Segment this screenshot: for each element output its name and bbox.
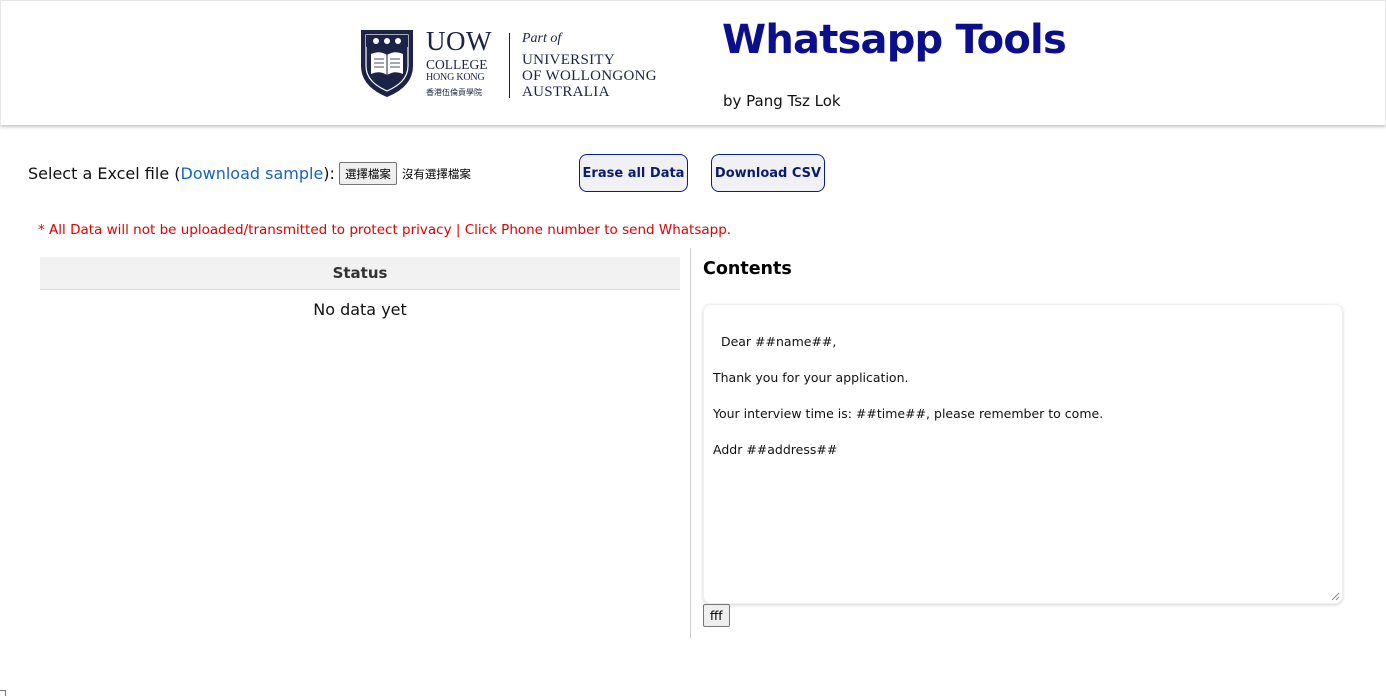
privacy-notice: * All Data will not be uploaded/transmit… (38, 222, 732, 238)
logo-university-name: UNIVERSITY OF WOLLONGONG AUSTRALIA (522, 52, 657, 100)
download-sample-link[interactable]: Download sample (181, 164, 324, 183)
contents-heading: Contents (703, 259, 792, 279)
logo-college-text: COLLEGE (426, 57, 488, 72)
message-template-text: Dear ##name##, Thank you for your applic… (713, 334, 1104, 457)
logo-university-line: OF WOLLONGONG (522, 68, 657, 84)
status-column-header: Status (40, 257, 680, 290)
author-byline: by Pang Tsz Lok (723, 92, 841, 110)
logo-divider (509, 33, 510, 98)
page-header: UOW COLLEGE HONG KONG 香港伍倫貢學院 Part of UN… (0, 0, 1386, 125)
download-csv-button[interactable]: Download CSV (711, 154, 825, 192)
message-template-textarea[interactable]: Dear ##name##, Thank you for your applic… (703, 304, 1343, 604)
logo-university-line: AUSTRALIA (522, 84, 610, 100)
logo-uow-text: UOW (426, 26, 492, 56)
logo-university-line: UNIVERSITY (522, 52, 615, 68)
resize-grip-icon[interactable] (1331, 592, 1340, 601)
logo-location-text: HONG KONG (426, 72, 485, 83)
file-select-label-prefix: Select a Excel file ( (28, 164, 181, 183)
file-select-label-suffix: ): (323, 164, 335, 183)
logo-chinese-text: 香港伍倫貢學院 (426, 88, 482, 97)
corner-mark (0, 690, 6, 696)
file-status-text: 沒有選擇檔案 (401, 166, 471, 181)
logo-part-of-text: Part of (522, 31, 562, 46)
fff-button[interactable]: fff (703, 604, 730, 627)
panel-divider (690, 248, 691, 638)
choose-file-button[interactable]: 選擇檔案 (338, 162, 397, 185)
erase-all-data-button[interactable]: Erase all Data (579, 154, 688, 192)
file-select-row: Select a Excel file ( Download sample ):… (28, 162, 471, 185)
shield-crest-icon (361, 30, 413, 98)
page-title: Whatsapp Tools (722, 17, 1067, 63)
uow-college-logo: UOW COLLEGE HONG KONG 香港伍倫貢學院 Part of UN… (359, 26, 661, 100)
status-empty-message: No data yet (313, 300, 407, 319)
